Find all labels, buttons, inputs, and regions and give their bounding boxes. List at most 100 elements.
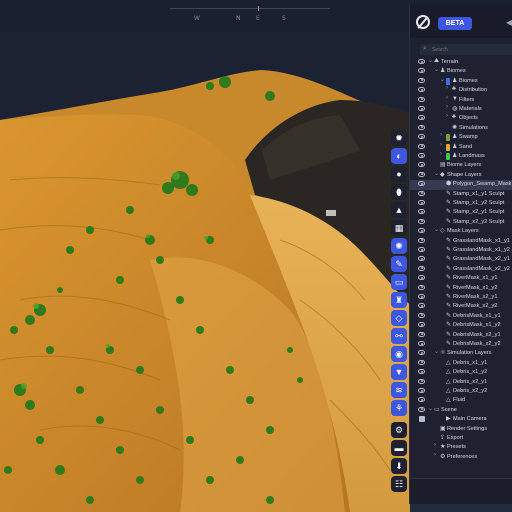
expand-caret-icon[interactable]: ⌄ bbox=[434, 171, 439, 177]
visibility-eye-icon[interactable] bbox=[418, 237, 425, 243]
layer-row[interactable]: △ Debris_x1_y1 bbox=[410, 359, 512, 368]
visibility-eye-icon[interactable] bbox=[418, 106, 425, 111]
layer-row[interactable]: ✎ GrasslandMask_x1_y2 bbox=[410, 246, 512, 255]
layer-row[interactable]: ✎ GrasslandMask_x2_y2 bbox=[410, 265, 512, 274]
visibility-eye-icon[interactable] bbox=[418, 378, 425, 384]
layer-row[interactable]: ⌄ ◇ Mask Layers bbox=[410, 227, 512, 236]
layer-row[interactable]: › ♣ Distribution bbox=[410, 86, 512, 95]
visibility-eye-icon[interactable] bbox=[418, 284, 425, 290]
visibility-eye-icon[interactable] bbox=[418, 190, 425, 196]
drop-button[interactable]: ⬮ bbox=[391, 184, 407, 200]
layer-row[interactable]: ✺ Simulations bbox=[410, 124, 512, 133]
grid-button[interactable]: ▦ bbox=[391, 220, 407, 236]
layer-row[interactable]: ✎ Stamp_x2_y1 Sculpt bbox=[410, 208, 512, 217]
layer-row[interactable]: △ Fluid bbox=[410, 396, 512, 405]
visibility-eye-icon[interactable] bbox=[418, 218, 425, 224]
compass[interactable]: W N E S bbox=[170, 6, 330, 24]
expand-caret-icon[interactable]: ⌄ bbox=[434, 349, 439, 355]
expand-caret-icon[interactable]: › bbox=[446, 86, 448, 91]
layer-row[interactable]: ✎ DebrisMask_x2_y1 bbox=[410, 331, 512, 340]
visibility-eye-icon[interactable] bbox=[418, 265, 425, 271]
expand-caret-icon[interactable]: ⌄ bbox=[428, 58, 433, 64]
layer-row[interactable]: ▶ Main Camera bbox=[410, 415, 512, 424]
layer-row[interactable]: ⬢ Polygon_Swamp_Mask bbox=[410, 180, 512, 190]
layer-row[interactable]: ✎ RiverMask_x2_y1 bbox=[410, 293, 512, 302]
expand-caret-icon[interactable]: ⌄ bbox=[440, 77, 445, 83]
visibility-eye-icon[interactable] bbox=[418, 181, 425, 187]
visibility-eye-icon[interactable] bbox=[418, 322, 425, 328]
share-button[interactable]: ⚘ bbox=[391, 400, 407, 416]
visibility-eye-icon[interactable] bbox=[418, 134, 425, 140]
layer-row[interactable]: △ Debris_x2_y1 bbox=[410, 378, 512, 387]
light-button[interactable]: ✹ bbox=[391, 130, 407, 146]
visibility-eye-icon[interactable] bbox=[418, 171, 425, 177]
layer-row[interactable]: › ◍ Materials bbox=[410, 105, 512, 114]
lock-icon[interactable] bbox=[419, 416, 425, 423]
expand-caret-icon[interactable]: ⌄ bbox=[434, 227, 439, 233]
visibility-eye-icon[interactable] bbox=[418, 303, 425, 309]
mask-button[interactable]: ◇ bbox=[391, 310, 407, 326]
layer-row[interactable]: › ★ Presets bbox=[410, 443, 512, 452]
layer-row[interactable]: ▣ Render Settings bbox=[410, 425, 512, 434]
expand-caret-icon[interactable]: › bbox=[446, 114, 448, 119]
layer-row[interactable]: › ♟ Swamp bbox=[410, 133, 512, 142]
expand-caret-icon[interactable]: › bbox=[434, 453, 436, 458]
layer-row[interactable]: › ♟ Sand bbox=[410, 143, 512, 152]
layer-row[interactable]: ✎ RiverMask_x1_y1 bbox=[410, 274, 512, 283]
visibility-eye-icon[interactable] bbox=[418, 162, 425, 168]
layer-row[interactable]: ✎ Stamp_x2_y2 Sculpt bbox=[410, 218, 512, 227]
layer-row[interactable]: › ♟ Landmass bbox=[410, 152, 512, 161]
visibility-eye-icon[interactable] bbox=[418, 341, 425, 346]
folder-button[interactable]: ▬ bbox=[391, 440, 407, 456]
collapse-arrow-icon[interactable]: ◀ bbox=[506, 18, 512, 27]
expand-caret-icon[interactable]: ⌄ bbox=[434, 67, 439, 73]
visibility-eye-icon[interactable] bbox=[418, 59, 425, 64]
layer-row[interactable]: ✎ DebrisMask_x1_y1 bbox=[410, 312, 512, 321]
search-box[interactable]: ⌕ bbox=[420, 44, 512, 55]
nodes-button[interactable]: ⚯ bbox=[391, 328, 407, 344]
layer-row[interactable]: ✎ GrasslandMask_x2_y1 bbox=[410, 255, 512, 264]
layer-row[interactable]: ⇪ Export bbox=[410, 434, 512, 443]
filter-button[interactable]: ▼ bbox=[391, 364, 407, 380]
visibility-eye-icon[interactable] bbox=[418, 87, 425, 93]
gear-button[interactable]: ⚙ bbox=[391, 422, 407, 438]
visibility-eye-icon[interactable] bbox=[418, 209, 425, 215]
visibility-eye-icon[interactable] bbox=[418, 397, 425, 403]
search-input[interactable] bbox=[432, 45, 510, 54]
layer-row[interactable]: › ▼ Filters bbox=[410, 96, 512, 105]
layer-row[interactable]: ⌄ ♟ Biomes bbox=[410, 67, 512, 76]
layer-row[interactable]: ✎ Stamp_x1_y1 Sculpt bbox=[410, 190, 512, 199]
visibility-eye-icon[interactable] bbox=[418, 247, 425, 252]
layer-row[interactable]: ▤ Biome Layers bbox=[410, 161, 512, 170]
sphere-button[interactable]: ● bbox=[391, 166, 407, 182]
stamp-button[interactable]: ♜ bbox=[391, 292, 407, 308]
visibility-eye-icon[interactable] bbox=[418, 312, 425, 318]
expand-caret-icon[interactable]: › bbox=[440, 143, 442, 148]
expand-caret-icon[interactable]: › bbox=[440, 133, 442, 138]
visibility-eye-icon[interactable] bbox=[418, 359, 425, 365]
expand-caret-icon[interactable]: › bbox=[446, 105, 448, 110]
stats-button[interactable]: ☷ bbox=[391, 476, 407, 492]
visibility-eye-icon[interactable] bbox=[418, 228, 425, 234]
layer-row[interactable]: ✎ RiverMask_x2_y2 bbox=[410, 302, 512, 311]
visibility-eye-icon[interactable] bbox=[418, 275, 425, 281]
visibility-eye-icon[interactable] bbox=[418, 406, 425, 412]
expand-caret-icon[interactable]: › bbox=[446, 96, 448, 101]
expand-caret-icon[interactable]: ⌄ bbox=[428, 406, 433, 412]
visibility-eye-icon[interactable] bbox=[418, 115, 425, 121]
layer-row[interactable]: ⌄ ◆ Shape Layers bbox=[410, 171, 512, 180]
brush-button[interactable]: ✎ bbox=[391, 256, 407, 272]
layer-row[interactable]: ✎ Stamp_x1_y2 Sculpt bbox=[410, 199, 512, 208]
layer-row[interactable]: ⌄ ⚛ Simulation Layers bbox=[410, 349, 512, 358]
download-button[interactable]: ⬇ bbox=[391, 458, 407, 474]
globe-button[interactable]: ◐ bbox=[391, 148, 407, 164]
layer-row[interactable]: › ♣ Objects bbox=[410, 114, 512, 123]
layer-row[interactable]: ✎ RiverMask_x1_y2 bbox=[410, 284, 512, 293]
triangle-button[interactable]: ▲ bbox=[391, 202, 407, 218]
visibility-eye-icon[interactable] bbox=[418, 143, 425, 149]
visibility-eye-icon[interactable] bbox=[418, 96, 425, 102]
layer-row[interactable]: ✎ GrasslandMask_x1_y1 bbox=[410, 237, 512, 246]
visibility-eye-icon[interactable] bbox=[418, 200, 425, 205]
visibility-eye-icon[interactable] bbox=[418, 388, 425, 393]
visibility-eye-icon[interactable] bbox=[418, 77, 425, 83]
